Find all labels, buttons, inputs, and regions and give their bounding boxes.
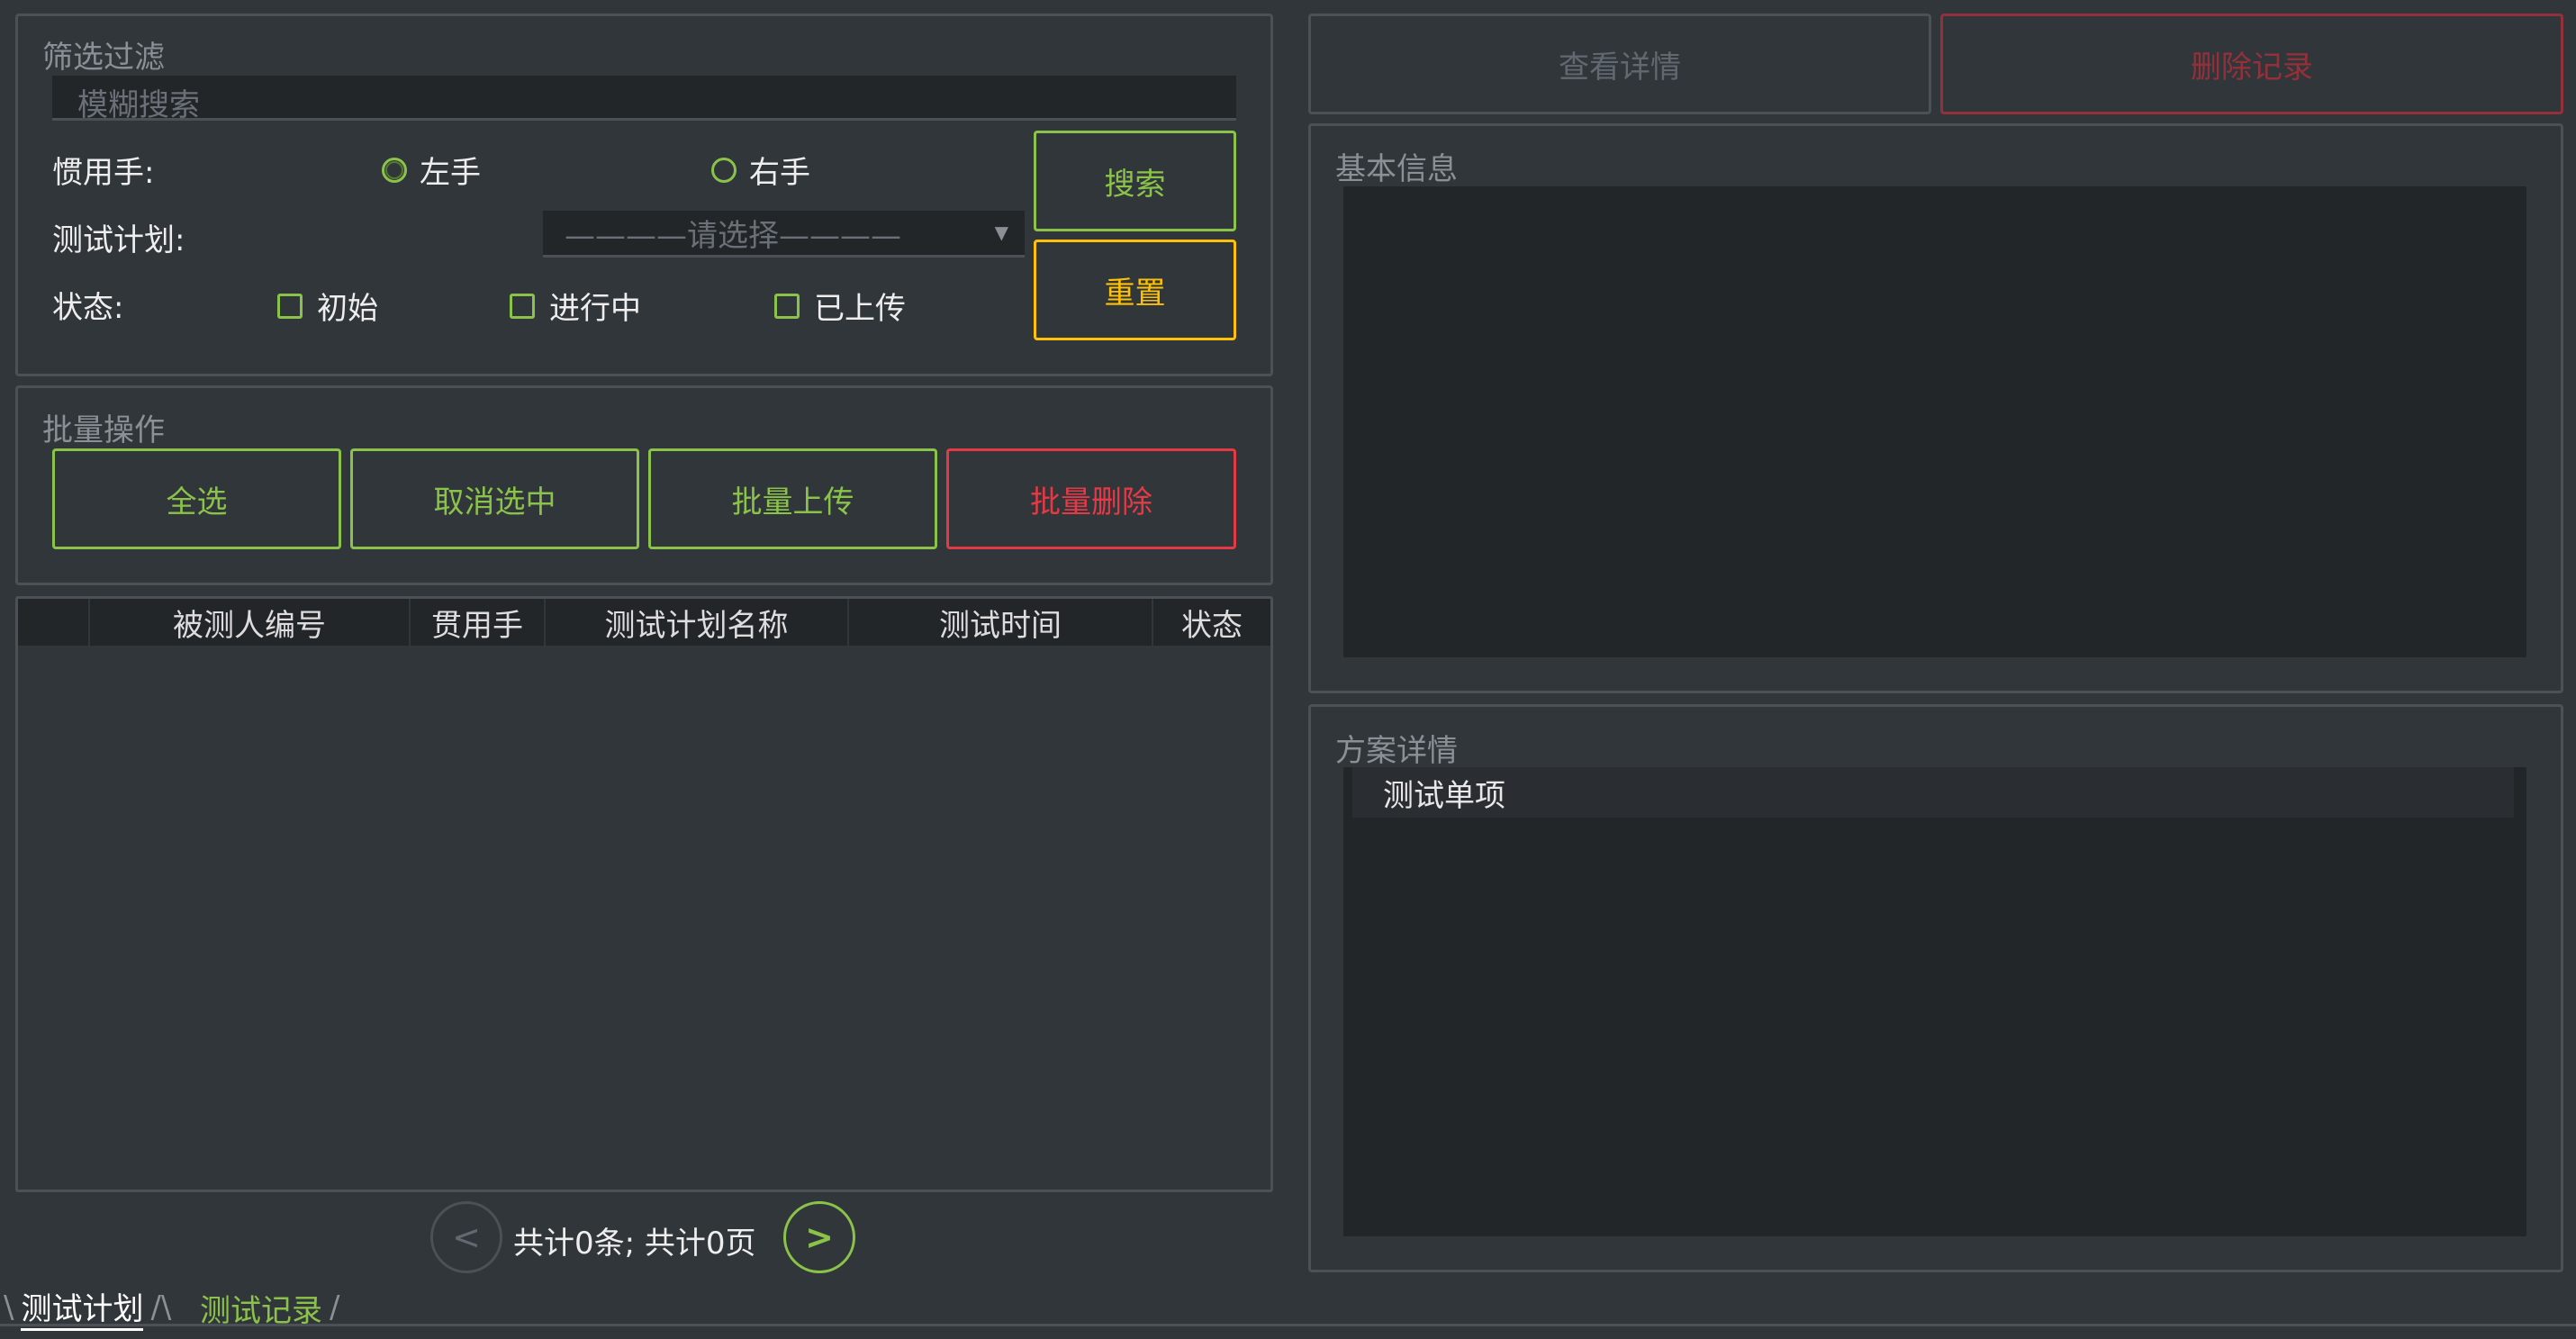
records-table[interactable]: 被测人编号 贯用手 测试计划名称 测试时间 状态	[15, 596, 1273, 1192]
batch-delete-button[interactable]: 批量删除	[946, 448, 1236, 549]
batch-upload-button[interactable]: 批量上传	[648, 448, 937, 549]
radio-left-dot	[385, 160, 403, 179]
tab-divider-left: \	[4, 1289, 14, 1325]
checkbox-uploaded-label: 已上传	[814, 291, 906, 327]
column-header-subject-id[interactable]: 被测人编号	[90, 599, 411, 646]
select-all-button[interactable]: 全选	[52, 448, 341, 549]
search-button[interactable]: 搜索	[1034, 131, 1236, 231]
checkbox-uploaded-box[interactable]	[774, 293, 800, 319]
radio-left-label: 左手	[420, 155, 481, 191]
status-checkbox-in-progress[interactable]: 进行中	[510, 284, 641, 328]
chevron-down-icon: ▼	[994, 222, 1008, 243]
checkbox-initial-label: 初始	[317, 291, 378, 327]
radio-left-hand[interactable]: 左手	[382, 148, 481, 192]
radio-right-label: 右手	[749, 155, 810, 191]
table-header: 被测人编号 贯用手 测试计划名称 测试时间 状态	[18, 599, 1270, 646]
prev-page-button[interactable]: <	[430, 1201, 502, 1273]
batch-group-title: 批量操作	[42, 412, 165, 448]
search-input[interactable]: 模糊搜索	[52, 76, 1236, 123]
view-details-button[interactable]: 查看详情	[1308, 14, 1931, 114]
tab-test-plan-label: 测试计划	[21, 1284, 144, 1331]
plan-select[interactable]: ————请选择———— ▼	[543, 211, 1025, 258]
search-placeholder: 模糊搜索	[77, 87, 200, 123]
plan-label: 测试计划:	[52, 222, 185, 258]
basic-info-title: 基本信息	[1335, 151, 1458, 187]
status-checkbox-initial[interactable]: 初始	[277, 284, 378, 328]
plan-details-title: 方案详情	[1335, 733, 1458, 769]
tab-bar-line	[0, 1324, 2576, 1326]
hand-label: 惯用手:	[52, 155, 155, 191]
status-label: 状态:	[52, 290, 124, 326]
tab-test-records[interactable]: 测试记录 /	[200, 1288, 340, 1329]
reset-button[interactable]: 重置	[1034, 240, 1236, 340]
tab-test-records-label: 测试记录	[200, 1292, 322, 1329]
basic-info-panel	[1343, 186, 2526, 657]
pagination-summary: 共计0条; 共计0页	[513, 1226, 756, 1262]
radio-right-hand[interactable]: 右手	[711, 148, 810, 192]
column-header-test-time[interactable]: 测试时间	[849, 599, 1153, 646]
column-header-checkbox[interactable]	[18, 599, 90, 646]
checkbox-in-progress-label: 进行中	[549, 291, 641, 327]
tree-header-label: 测试单项	[1383, 777, 1505, 814]
radio-left-indicator[interactable]	[382, 157, 407, 183]
tab-divider-mid: /\	[150, 1289, 172, 1325]
tab-test-plan[interactable]: \ 测试计划 /\	[4, 1288, 172, 1331]
column-header-hand[interactable]: 贯用手	[411, 599, 546, 646]
column-header-plan-name[interactable]: 测试计划名称	[546, 599, 849, 646]
radio-right-indicator[interactable]	[711, 157, 737, 183]
tab-divider-right: /	[330, 1289, 340, 1325]
checkbox-initial-box[interactable]	[277, 293, 303, 319]
deselect-button[interactable]: 取消选中	[350, 448, 639, 549]
next-page-button[interactable]: >	[783, 1201, 855, 1273]
status-checkbox-uploaded[interactable]: 已上传	[774, 284, 906, 328]
delete-record-button[interactable]: 删除记录	[1940, 14, 2563, 114]
checkbox-in-progress-box[interactable]	[510, 293, 535, 319]
column-header-status[interactable]: 状态	[1153, 599, 1270, 646]
plan-select-value: ————请选择————	[565, 218, 901, 254]
plan-details-tree[interactable]: 测试单项	[1343, 767, 2526, 1236]
tree-header: 测试单项	[1352, 767, 2514, 818]
filter-group-title: 筛选过滤	[42, 40, 165, 76]
